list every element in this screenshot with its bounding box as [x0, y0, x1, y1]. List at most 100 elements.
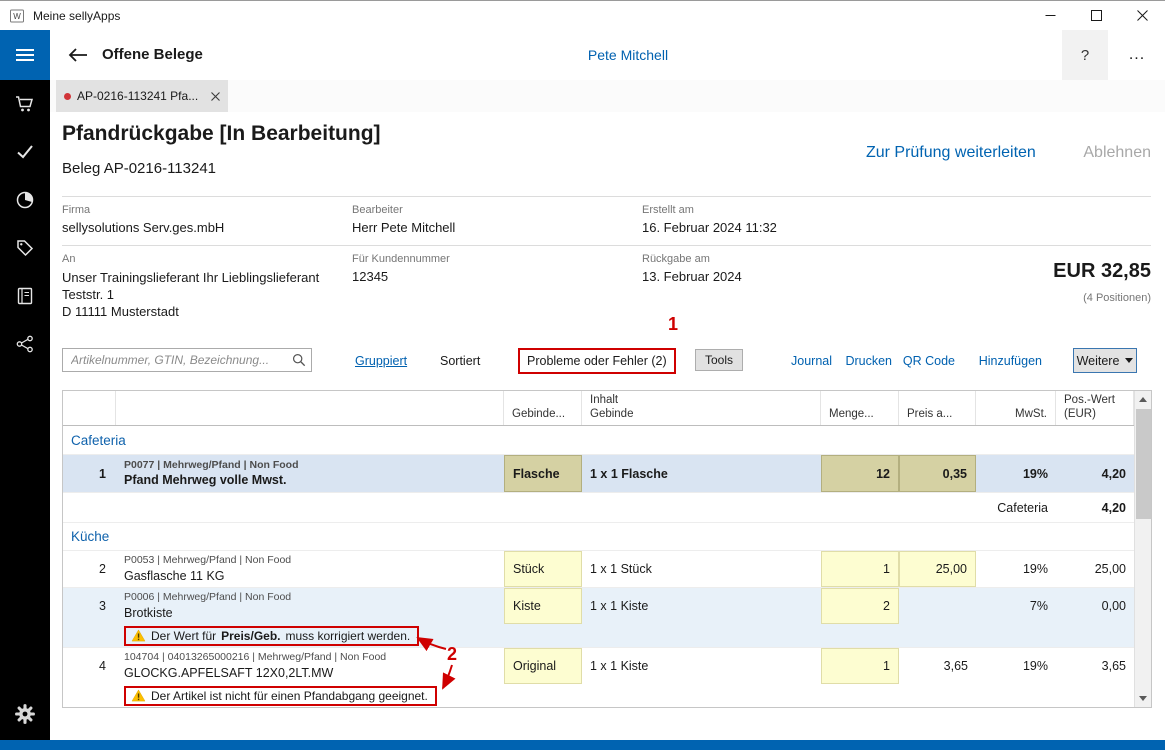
warning-text-pre: Der Wert für	[151, 629, 216, 643]
preis-cell[interactable]: 25,00	[899, 551, 976, 587]
gruppiert-link[interactable]: Gruppiert	[355, 354, 407, 368]
bottom-accent-bar	[0, 740, 1165, 750]
qr-code-link[interactable]: QR Code	[903, 354, 955, 368]
inhalt-cell: 1 x 1 Kiste	[582, 648, 821, 684]
divider	[62, 196, 1151, 197]
sidebar-item-teilen[interactable]	[0, 320, 50, 368]
minimize-button[interactable]	[1027, 1, 1073, 30]
header-article[interactable]	[116, 391, 504, 425]
erstellt-value: 16. Februar 2024 11:32	[642, 220, 777, 235]
header-mwst[interactable]: MwSt.	[976, 391, 1056, 425]
table-row-4[interactable]: 4 104704 | 04013265000216 | Mehrweg/Pfan…	[63, 647, 1134, 684]
drucken-link[interactable]: Drucken	[845, 354, 892, 368]
tab-close-button[interactable]	[211, 92, 220, 101]
pie-chart-icon	[15, 190, 35, 210]
settings-button[interactable]	[0, 692, 50, 736]
gear-icon	[14, 703, 36, 725]
row-number: 2	[63, 551, 116, 587]
warning-text: Der Artikel ist nicht für einen Pfandabg…	[151, 689, 428, 703]
back-button[interactable]	[62, 43, 94, 67]
probleme-oder-fehler-toggle[interactable]: Probleme oder Fehler (2)	[518, 348, 676, 374]
article-meta: P0053 | Mehrweg/Pfand | Non Food	[124, 554, 291, 568]
hinzufuegen-link[interactable]: Hinzufügen	[979, 354, 1042, 368]
sidebar-item-warenkorb[interactable]	[0, 80, 50, 128]
article-name: Brotkiste	[124, 605, 173, 621]
menge-cell[interactable]: 2	[821, 588, 899, 624]
header-gebinde[interactable]: Gebinde...	[504, 391, 582, 425]
weitere-label: Weitere	[1077, 354, 1120, 368]
header-inhalt[interactable]: InhaltGebinde	[582, 391, 821, 425]
poswert-cell: 3,65	[1056, 648, 1134, 684]
article-name: Gasflasche 11 KG	[124, 568, 225, 584]
gebinde-cell[interactable]: Stück	[504, 551, 582, 587]
scroll-up-button[interactable]	[1135, 391, 1151, 408]
search-input[interactable]	[62, 348, 312, 372]
article-cell: 104704 | 04013265000216 | Mehrweg/Pfand …	[116, 648, 504, 684]
window-titlebar: W Meine sellyApps	[0, 0, 1165, 30]
row-number: 1	[63, 455, 116, 492]
info-erstellt: Erstellt am 16. Februar 2024 11:32	[642, 204, 777, 235]
more-options-button[interactable]: ...	[1115, 30, 1159, 80]
cart-icon	[15, 94, 35, 114]
sidebar-item-etiketten[interactable]	[0, 224, 50, 272]
warning-container: Der Wert für Preis/Geb. muss korrigiert …	[116, 624, 1134, 647]
preis-cell[interactable]	[899, 588, 976, 624]
menge-cell[interactable]: 1	[821, 551, 899, 587]
info-kundennummer: Für Kundennummer 12345	[352, 253, 450, 284]
close-button[interactable]	[1119, 1, 1165, 30]
document-actions: Zur Prüfung weiterleiten Ablehnen	[866, 144, 1151, 162]
article-name: Pfand Mehrweg volle Mwst.	[124, 472, 287, 488]
header-menge[interactable]: Menge...	[821, 391, 899, 425]
article-meta: P0006 | Mehrweg/Pfand | Non Food	[124, 591, 291, 605]
header-gebinde-label: Gebinde...	[512, 408, 565, 422]
article-name: GLOCKG.APFELSAFT 12X0,2LT.MW	[124, 665, 333, 681]
sidebar-item-belege[interactable]	[0, 272, 50, 320]
menge-cell[interactable]: 12	[821, 455, 899, 492]
weitere-button[interactable]: Weitere	[1073, 348, 1137, 373]
gebinde-cell[interactable]: Original	[504, 648, 582, 684]
help-button[interactable]: ?	[1062, 30, 1108, 80]
user-name[interactable]: Pete Mitchell	[588, 47, 668, 63]
tools-button[interactable]: Tools	[695, 349, 743, 371]
header-poswert[interactable]: Pos.-Wert(EUR)	[1056, 391, 1134, 425]
gebinde-cell[interactable]: Kiste	[504, 588, 582, 624]
table-row-3[interactable]: 3 P0006 | Mehrweg/Pfand | Non Food Brotk…	[63, 587, 1134, 624]
scrollbar-thumb[interactable]	[1136, 409, 1151, 519]
table-row-1[interactable]: 1 P0077 | Mehrweg/Pfand | Non Food Pfand…	[63, 454, 1134, 492]
warning-row-pfandabgang: Der Artikel ist nicht für einen Pfandabg…	[63, 684, 1134, 707]
menu-button[interactable]	[0, 30, 50, 80]
sidebar-item-auswertungen[interactable]	[0, 176, 50, 224]
article-cell: P0077 | Mehrweg/Pfand | Non Food Pfand M…	[116, 455, 504, 492]
sidebar-item-aufgaben[interactable]	[0, 128, 50, 176]
bearbeiter-label: Bearbeiter	[352, 204, 455, 216]
group-header-kueche[interactable]: Küche	[63, 522, 1134, 550]
triangle-up-icon	[1139, 397, 1147, 402]
reject-button[interactable]: Ablehnen	[1083, 144, 1151, 161]
close-icon	[1137, 10, 1148, 21]
sortiert-link[interactable]: Sortiert	[440, 354, 480, 368]
mwst-cell: 19%	[976, 455, 1056, 492]
inhalt-cell: 1 x 1 Flasche	[582, 455, 821, 492]
tab-beleg[interactable]: AP-0216-113241 Pfa...	[56, 80, 228, 112]
table-row-2[interactable]: 2 P0053 | Mehrweg/Pfand | Non Food Gasfl…	[63, 550, 1134, 587]
firma-label: Firma	[62, 204, 224, 216]
erstellt-label: Erstellt am	[642, 204, 777, 216]
preis-cell[interactable]: 0,35	[899, 455, 976, 492]
scroll-down-button[interactable]	[1135, 690, 1151, 707]
maximize-button[interactable]	[1073, 1, 1119, 30]
warning-icon	[131, 629, 146, 642]
divider	[62, 245, 1151, 246]
header-preis[interactable]: Preis a...	[899, 391, 976, 425]
kundennummer-value: 12345	[352, 269, 450, 284]
header-numcol[interactable]	[63, 391, 116, 425]
row-number: 3	[63, 588, 116, 624]
vertical-scrollbar[interactable]	[1134, 391, 1151, 707]
forward-for-review-button[interactable]: Zur Prüfung weiterleiten	[866, 144, 1036, 161]
gebinde-cell[interactable]: Flasche	[504, 455, 582, 492]
rueckgabe-label: Rückgabe am	[642, 253, 742, 265]
journal-link[interactable]: Journal	[791, 354, 832, 368]
menge-cell[interactable]: 1	[821, 648, 899, 684]
warning-text-post: muss korrigiert werden.	[286, 629, 411, 643]
positions-grid: Gebinde... InhaltGebinde Menge... Preis …	[63, 391, 1134, 707]
group-header-cafeteria[interactable]: Cafeteria	[63, 426, 1134, 454]
